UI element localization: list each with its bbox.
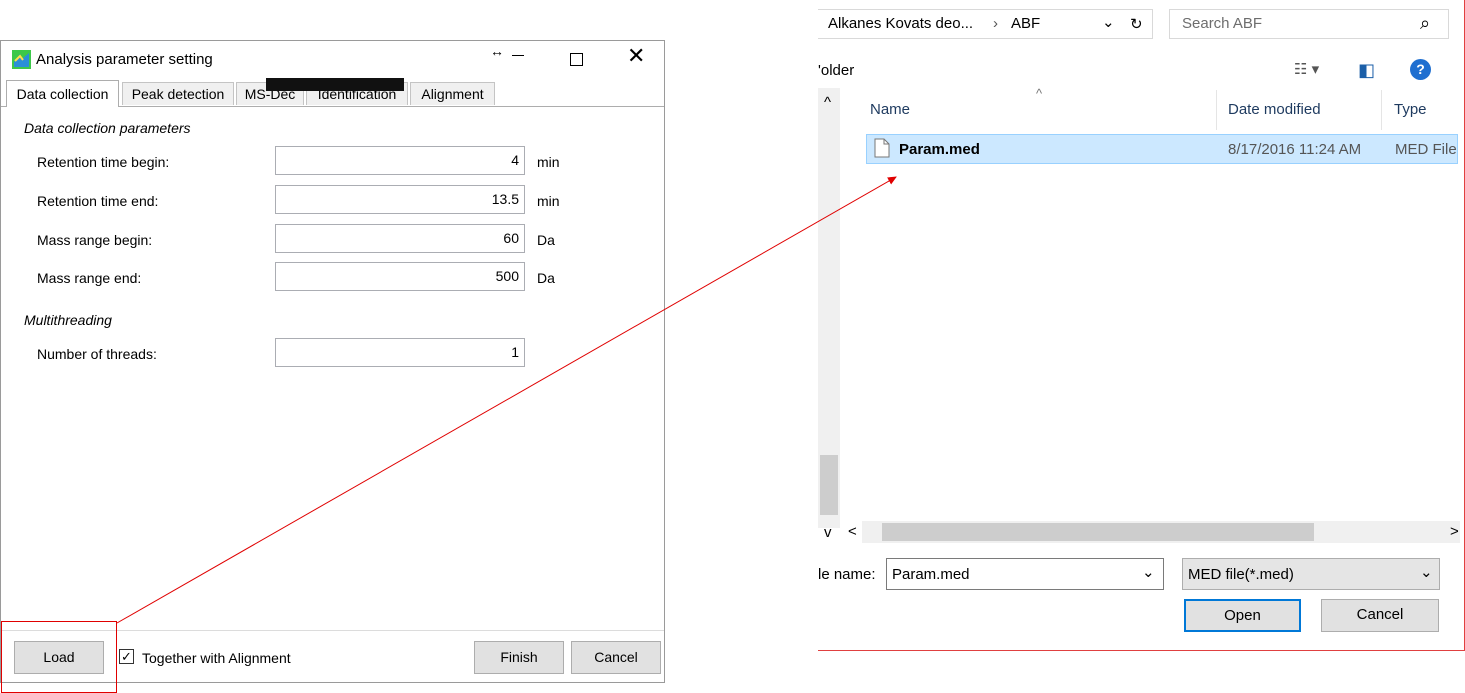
load-annotation-box	[1, 621, 117, 693]
file-name-label: le name:	[818, 566, 876, 583]
analysis-parameter-dialog: Analysis parameter setting ↔ ✕ Data coll…	[0, 40, 665, 683]
param-label: Mass range end:	[37, 270, 142, 286]
column-divider	[1381, 90, 1382, 130]
sort-ascending-icon: ^	[1036, 86, 1043, 101]
file-icon	[874, 138, 890, 163]
column-header-type[interactable]: Type	[1394, 101, 1427, 118]
search-icon[interactable]: ⌕	[1420, 13, 1430, 34]
retention-end-input[interactable]: 13.5	[275, 185, 525, 214]
address-dropdown-icon[interactable]: ⌄	[1102, 13, 1115, 31]
new-folder-button[interactable]: 'older	[818, 62, 854, 79]
open-button[interactable]: Open	[1184, 599, 1301, 632]
file-date: 8/17/2016 11:24 AM	[1228, 141, 1362, 158]
maximize-icon[interactable]	[570, 53, 583, 66]
file-name-dropdown-icon[interactable]: ⌄	[1142, 563, 1155, 581]
param-unit: min	[537, 154, 560, 170]
help-icon[interactable]: ?	[1410, 59, 1431, 80]
view-options-icon[interactable]: ☷ ▾	[1294, 60, 1319, 78]
tab-peak-detection[interactable]: Peak detection	[122, 82, 234, 105]
resize-icon[interactable]: ↔	[490, 43, 504, 59]
mass-begin-input[interactable]: 60	[275, 224, 525, 253]
param-label: Mass range begin:	[37, 232, 153, 248]
breadcrumb-parent[interactable]: Alkanes Kovats deo...	[828, 15, 973, 32]
tab-data-collection[interactable]: Data collection	[6, 80, 119, 107]
minimize-icon[interactable]	[512, 55, 524, 56]
refresh-icon[interactable]: ↻	[1130, 15, 1143, 33]
section-title-multithreading: Multithreading	[24, 312, 112, 328]
column-header-name[interactable]: Name	[870, 101, 910, 118]
tab-alignment[interactable]: Alignment	[410, 82, 495, 105]
together-alignment-checkbox[interactable]: ✓	[119, 649, 134, 664]
app-icon	[12, 50, 31, 69]
file-type-value: MED file(*.med)	[1188, 566, 1294, 583]
breadcrumb-separator: ›	[993, 15, 998, 32]
close-icon[interactable]: ✕	[627, 45, 645, 67]
file-name-value: Param.med	[892, 566, 970, 583]
param-label: Retention time begin:	[37, 154, 170, 170]
scroll-left-icon[interactable]: <	[848, 523, 857, 540]
together-alignment-label: Together with Alignment	[142, 650, 291, 666]
breadcrumb-current[interactable]: ABF	[1011, 15, 1040, 32]
preview-pane-icon[interactable]: ◧	[1358, 60, 1375, 81]
threads-input[interactable]: 1	[275, 338, 525, 367]
dialog-title: Analysis parameter setting	[36, 51, 213, 68]
nav-scroll-down-icon[interactable]: v	[824, 524, 832, 541]
scroll-right-icon[interactable]: >	[1450, 523, 1459, 540]
param-unit: Da	[537, 232, 555, 248]
open-button-label: Open	[1224, 607, 1261, 624]
param-label: Retention time end:	[37, 193, 159, 209]
param-unit: min	[537, 193, 560, 209]
param-unit: Da	[537, 270, 555, 286]
file-name: Param.med	[899, 141, 980, 158]
redaction-bar	[266, 78, 404, 91]
horizontal-scrollbar[interactable]	[862, 521, 1460, 543]
column-divider	[1216, 90, 1217, 130]
horizontal-scroll-thumb[interactable]	[882, 523, 1314, 541]
mass-end-input[interactable]: 500	[275, 262, 525, 291]
file-type-dropdown-icon[interactable]: ⌄	[1420, 563, 1433, 581]
section-title-data-collection: Data collection parameters	[24, 120, 191, 136]
finish-button[interactable]: Finish	[474, 641, 564, 674]
open-file-dialog: Alkanes Kovats deo... › ABF ⌄ ↻ Search A…	[818, 0, 1465, 651]
file-type: MED File	[1395, 141, 1457, 158]
cancel-button[interactable]: Cancel	[571, 641, 661, 674]
threads-label: Number of threads:	[37, 346, 157, 362]
cancel-file-button[interactable]: Cancel	[1321, 599, 1439, 632]
search-placeholder: Search ABF	[1182, 15, 1263, 32]
nav-scroll-thumb[interactable]	[820, 455, 838, 515]
cancel-file-button-label: Cancel	[1356, 606, 1404, 623]
retention-begin-input[interactable]: 4	[275, 146, 525, 175]
column-header-date[interactable]: Date modified	[1228, 101, 1321, 118]
nav-scroll-up-icon[interactable]: ^	[824, 94, 831, 111]
